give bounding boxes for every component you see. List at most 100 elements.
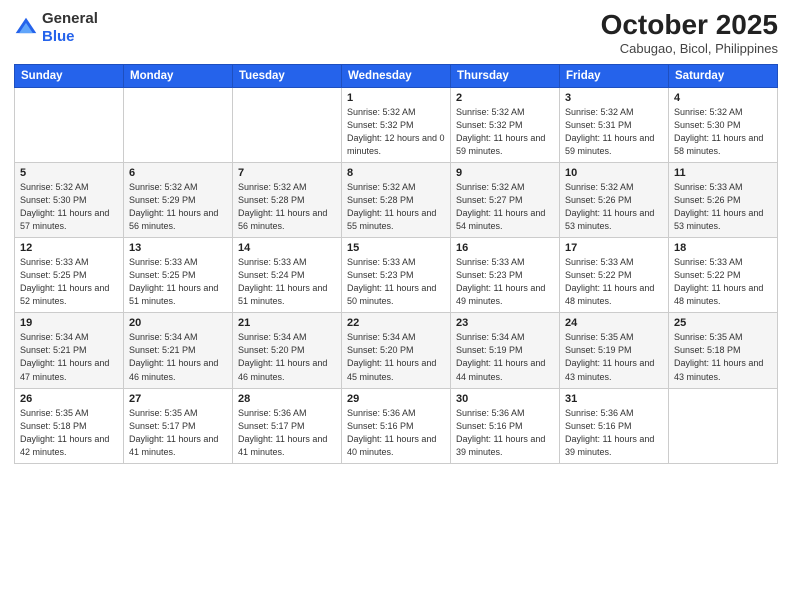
calendar-table: Sunday Monday Tuesday Wednesday Thursday… [14,64,778,464]
day-number: 3 [565,92,663,104]
table-row: 23 Sunrise: 5:34 AM Sunset: 5:19 PM Dayli… [451,313,560,388]
logo-icon [14,16,38,40]
day-info: Sunrise: 5:35 AM Sunset: 5:18 PM Dayligh… [20,407,118,459]
day-number: 10 [565,167,663,179]
day-info: Sunrise: 5:33 AM Sunset: 5:23 PM Dayligh… [347,256,445,308]
header-friday: Friday [560,64,669,87]
day-info: Sunrise: 5:35 AM Sunset: 5:19 PM Dayligh… [565,331,663,383]
day-number: 19 [20,317,118,329]
day-info: Sunrise: 5:34 AM Sunset: 5:20 PM Dayligh… [238,331,336,383]
calendar-week-row: 1Sunrise: 5:32 AM Sunset: 5:32 PM Daylig… [15,87,778,162]
day-number: 28 [238,393,336,405]
table-row [124,87,233,162]
table-row: 17 Sunrise: 5:33 AM Sunset: 5:22 PM Dayli… [560,238,669,313]
header-tuesday: Tuesday [233,64,342,87]
table-row: 5 Sunrise: 5:32 AM Sunset: 5:30 PM Daylig… [15,162,124,237]
header-sunday: Sunday [15,64,124,87]
header: General Blue October 2025 Cabugao, Bicol… [14,10,778,56]
table-row: 24 Sunrise: 5:35 AM Sunset: 5:19 PM Dayli… [560,313,669,388]
day-info: Sunrise: 5:32 AM Sunset: 5:29 PM Dayligh… [129,181,227,233]
day-info: Sunrise: 5:34 AM Sunset: 5:21 PM Dayligh… [20,331,118,383]
day-info: Sunrise: 5:33 AM Sunset: 5:25 PM Dayligh… [20,256,118,308]
day-number: 20 [129,317,227,329]
day-number: 27 [129,393,227,405]
day-info: Sunrise: 5:32 AM Sunset: 5:28 PM Dayligh… [347,181,445,233]
table-row: 4 Sunrise: 5:32 AM Sunset: 5:30 PM Daylig… [669,87,778,162]
table-row: 25 Sunrise: 5:35 AM Sunset: 5:18 PM Dayli… [669,313,778,388]
calendar-header-row: Sunday Monday Tuesday Wednesday Thursday… [15,64,778,87]
calendar-week-row: 5 Sunrise: 5:32 AM Sunset: 5:30 PM Daylig… [15,162,778,237]
day-info: Sunrise: 5:35 AM Sunset: 5:18 PM Dayligh… [674,331,772,383]
day-number: 14 [238,242,336,254]
day-info: Sunrise: 5:32 AM Sunset: 5:26 PM Dayligh… [565,181,663,233]
day-info: Sunrise: 5:32 AM Sunset: 5:32 PM Dayligh… [347,106,445,158]
table-row: 16 Sunrise: 5:33 AM Sunset: 5:23 PM Dayli… [451,238,560,313]
header-saturday: Saturday [669,64,778,87]
day-number: 25 [674,317,772,329]
table-row [233,87,342,162]
day-number: 17 [565,242,663,254]
page-container: General Blue October 2025 Cabugao, Bicol… [0,0,792,612]
logo-blue-text: Blue [42,28,75,45]
table-row: 28Sunrise: 5:36 AM Sunset: 5:17 PM Dayli… [233,388,342,463]
table-row: 21 Sunrise: 5:34 AM Sunset: 5:20 PM Dayli… [233,313,342,388]
day-number: 5 [20,167,118,179]
table-row: 18 Sunrise: 5:33 AM Sunset: 5:22 PM Dayli… [669,238,778,313]
day-number: 31 [565,393,663,405]
table-row: 7 Sunrise: 5:32 AM Sunset: 5:28 PM Daylig… [233,162,342,237]
calendar-week-row: 26 Sunrise: 5:35 AM Sunset: 5:18 PM Dayli… [15,388,778,463]
day-number: 7 [238,167,336,179]
table-row: 1Sunrise: 5:32 AM Sunset: 5:32 PM Daylig… [342,87,451,162]
table-row: 6 Sunrise: 5:32 AM Sunset: 5:29 PM Daylig… [124,162,233,237]
day-info: Sunrise: 5:36 AM Sunset: 5:16 PM Dayligh… [456,407,554,459]
day-info: Sunrise: 5:33 AM Sunset: 5:25 PM Dayligh… [129,256,227,308]
table-row: 8Sunrise: 5:32 AM Sunset: 5:28 PM Daylig… [342,162,451,237]
day-number: 9 [456,167,554,179]
day-number: 15 [347,242,445,254]
month-title: October 2025 [601,10,778,41]
day-number: 18 [674,242,772,254]
day-info: Sunrise: 5:32 AM Sunset: 5:31 PM Dayligh… [565,106,663,158]
table-row: 12 Sunrise: 5:33 AM Sunset: 5:25 PM Dayli… [15,238,124,313]
table-row: 20 Sunrise: 5:34 AM Sunset: 5:21 PM Dayli… [124,313,233,388]
day-number: 23 [456,317,554,329]
day-info: Sunrise: 5:32 AM Sunset: 5:30 PM Dayligh… [674,106,772,158]
day-info: Sunrise: 5:32 AM Sunset: 5:28 PM Dayligh… [238,181,336,233]
day-number: 6 [129,167,227,179]
day-number: 21 [238,317,336,329]
day-number: 12 [20,242,118,254]
day-info: Sunrise: 5:34 AM Sunset: 5:21 PM Dayligh… [129,331,227,383]
day-number: 26 [20,393,118,405]
table-row: 10 Sunrise: 5:32 AM Sunset: 5:26 PM Dayli… [560,162,669,237]
table-row: 27 Sunrise: 5:35 AM Sunset: 5:17 PM Dayli… [124,388,233,463]
logo: General Blue [14,10,98,46]
table-row: 3 Sunrise: 5:32 AM Sunset: 5:31 PM Daylig… [560,87,669,162]
day-info: Sunrise: 5:34 AM Sunset: 5:20 PM Dayligh… [347,331,445,383]
day-info: Sunrise: 5:33 AM Sunset: 5:22 PM Dayligh… [674,256,772,308]
day-info: Sunrise: 5:35 AM Sunset: 5:17 PM Dayligh… [129,407,227,459]
table-row: 14 Sunrise: 5:33 AM Sunset: 5:24 PM Dayli… [233,238,342,313]
header-monday: Monday [124,64,233,87]
table-row: 11Sunrise: 5:33 AM Sunset: 5:26 PM Dayli… [669,162,778,237]
table-row [15,87,124,162]
table-row: 15 Sunrise: 5:33 AM Sunset: 5:23 PM Dayli… [342,238,451,313]
day-number: 22 [347,317,445,329]
day-number: 11 [674,167,772,179]
day-number: 30 [456,393,554,405]
table-row: 31Sunrise: 5:36 AM Sunset: 5:16 PM Dayli… [560,388,669,463]
day-info: Sunrise: 5:32 AM Sunset: 5:30 PM Dayligh… [20,181,118,233]
day-number: 16 [456,242,554,254]
header-thursday: Thursday [451,64,560,87]
day-number: 4 [674,92,772,104]
day-info: Sunrise: 5:33 AM Sunset: 5:23 PM Dayligh… [456,256,554,308]
day-info: Sunrise: 5:33 AM Sunset: 5:22 PM Dayligh… [565,256,663,308]
table-row: 19 Sunrise: 5:34 AM Sunset: 5:21 PM Dayli… [15,313,124,388]
table-row [669,388,778,463]
day-number: 13 [129,242,227,254]
location: Cabugao, Bicol, Philippines [601,41,778,56]
day-info: Sunrise: 5:33 AM Sunset: 5:24 PM Dayligh… [238,256,336,308]
table-row: 13 Sunrise: 5:33 AM Sunset: 5:25 PM Dayli… [124,238,233,313]
day-info: Sunrise: 5:34 AM Sunset: 5:19 PM Dayligh… [456,331,554,383]
table-row: 29Sunrise: 5:36 AM Sunset: 5:16 PM Dayli… [342,388,451,463]
day-number: 24 [565,317,663,329]
